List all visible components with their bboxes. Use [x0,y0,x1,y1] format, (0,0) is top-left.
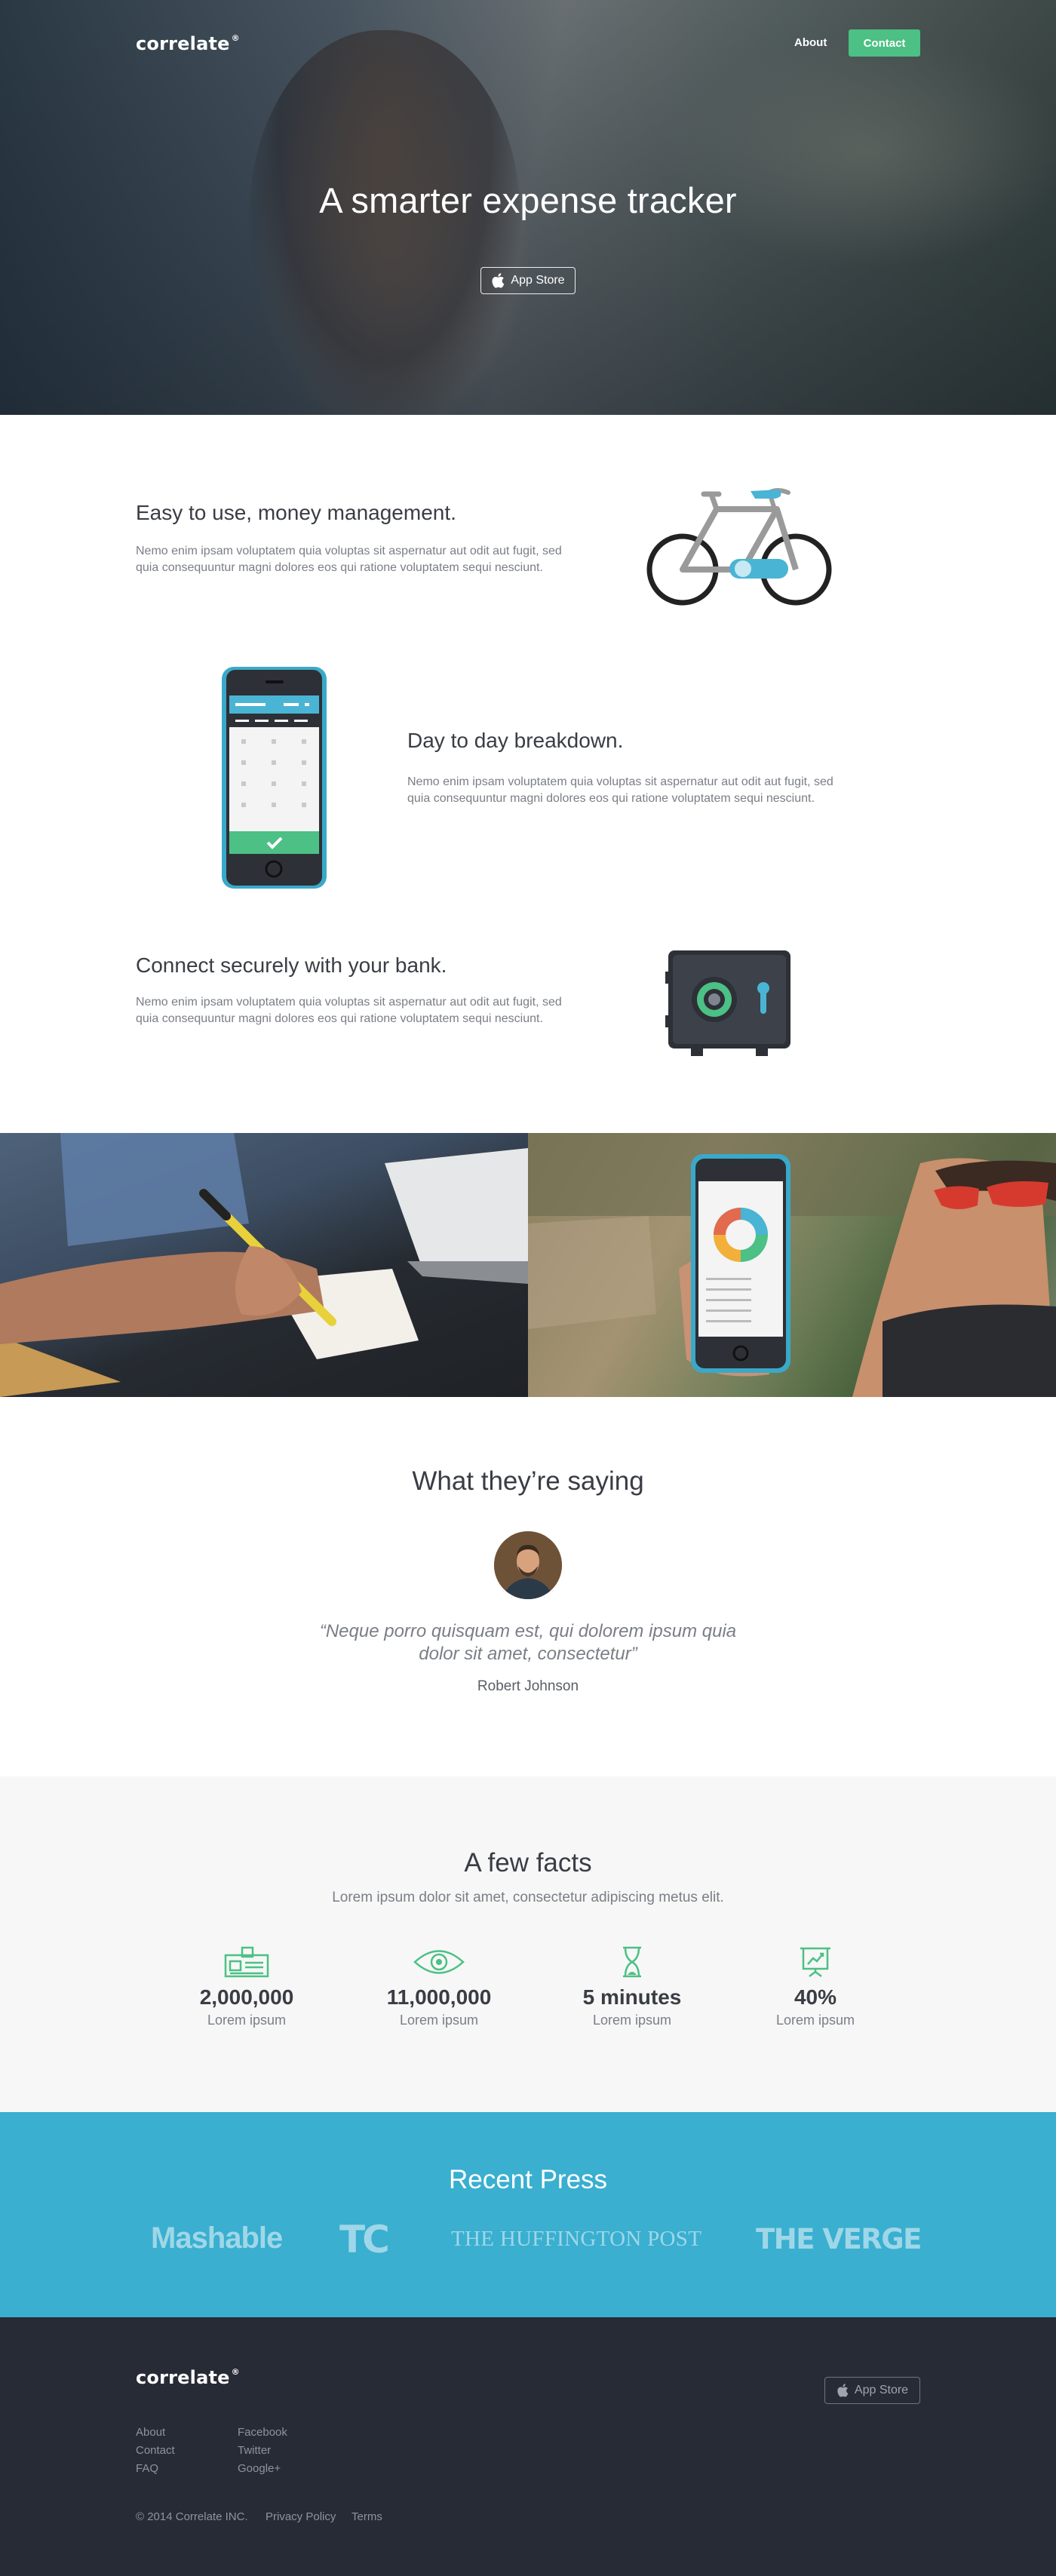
id-card-icon [224,1946,269,1978]
presentation-chart-icon [800,1947,830,1977]
app-store-label: App Store [511,274,565,287]
facts-section: A few facts Lorem ipsum dolor sit amet, … [0,1776,1056,2112]
fact-value: 11,000,000 [386,1985,492,2009]
fact-value: 2,000,000 [199,1985,294,2009]
feature-text-breakdown: Nemo enim ipsam voluptatem quia voluptas… [407,775,833,805]
nav-contact-button[interactable]: Contact [849,29,920,57]
footer-link-contact[interactable]: Contact [136,2444,175,2457]
avatar [494,1531,562,1599]
feature-title-breakdown: Day to day breakdown. [407,729,624,752]
feature-title-bank: Connect securely with your bank. [136,953,447,977]
apple-icon [492,273,505,288]
bicycle-icon [646,488,832,606]
photo-strip [0,1133,1056,1397]
footer-app-store-button[interactable]: App Store [824,2377,920,2404]
footer-link-faq[interactable]: FAQ [136,2462,158,2475]
footer-link-facebook[interactable]: Facebook [238,2426,287,2439]
press-logo-mashable[interactable]: Mashable [151,2221,283,2255]
avatar-portrait [494,1531,562,1599]
testimonial-title: What they’re saying [412,1466,644,1496]
testimonial-author: Robert Johnson [477,1678,579,1694]
feature-text-bank: Nemo enim ipsam voluptatem quia voluptas… [136,996,562,1025]
testimonial-quote: “Neque porro quisquam est, qui dolorem i… [319,1621,737,1664]
footer-logo-text: correlate [136,2367,230,2388]
phone-scene-illustration [528,1133,1056,1397]
eye-icon [413,1950,465,1974]
footer-link-privacy[interactable]: Privacy Policy [266,2510,336,2523]
press-title: Recent Press [448,2165,608,2194]
footer-app-store-label: App Store [854,2384,909,2396]
app-store-button[interactable]: App Store [480,267,576,294]
footer-logo[interactable]: correlate ® [136,2367,240,2388]
press-logo-techcrunch[interactable]: TC [339,2218,390,2261]
nav-about-link[interactable]: About [794,36,827,49]
hero-section: correlate ® About Contact A smarter expen… [0,0,1056,415]
fact-label: Lorem ipsum [399,2013,479,2028]
fact-value: 5 minutes [582,1985,682,2009]
logo-mark: ® [231,33,240,43]
facts-subtitle: Lorem ipsum dolor sit amet, consectetur … [332,1890,724,1905]
feature-title-easy: Easy to use, money management. [136,501,456,524]
fact-label: Lorem ipsum [592,2013,672,2028]
press-logo-the-verge[interactable]: THE VERGE [756,2223,922,2255]
fact-item: 5 minutes Lorem ipsum [557,1946,708,2028]
footer: correlate ® App Store About Contact FAQ F… [0,2317,1056,2576]
fact-item: 40% Lorem ipsum [740,1946,891,2028]
writing-scene-illustration [0,1133,528,1397]
footer-link-twitter[interactable]: Twitter [238,2444,271,2457]
fact-value: 40% [794,1985,837,2009]
phone-icon [222,667,327,889]
hero-title: A smarter expense tracker [319,180,737,220]
press-logo-huffington-post[interactable]: THE HUFFINGTON POST [451,2227,701,2252]
facts-title: A few facts [464,1848,592,1878]
hourglass-icon [623,1946,641,1978]
fact-label: Lorem ipsum [207,2013,287,2028]
fact-item: 2,000,000 Lorem ipsum [171,1946,322,2028]
logo[interactable]: correlate ® [136,33,240,54]
safe-icon [665,950,790,1056]
footer-link-terms[interactable]: Terms [351,2510,382,2523]
footer-link-google-plus[interactable]: Google+ [238,2462,281,2475]
footer-logo-mark: ® [231,2367,240,2377]
logo-text: correlate [136,33,230,54]
photo-woman-holding-phone [528,1133,1056,1397]
feature-text-easy: Nemo enim ipsam voluptatem quia voluptas… [136,545,562,574]
press-section: Recent Press Mashable TC THE HUFFINGTON … [0,2112,1056,2317]
fact-item: 11,000,000 Lorem ipsum [364,1946,514,2028]
fact-label: Lorem ipsum [775,2013,855,2028]
apple-icon [837,2384,849,2397]
photo-writing-hand [0,1133,528,1397]
hero-person-silhouette [249,30,520,415]
footer-copyright: © 2014 Correlate INC. [136,2510,248,2523]
footer-link-about[interactable]: About [136,2426,165,2439]
